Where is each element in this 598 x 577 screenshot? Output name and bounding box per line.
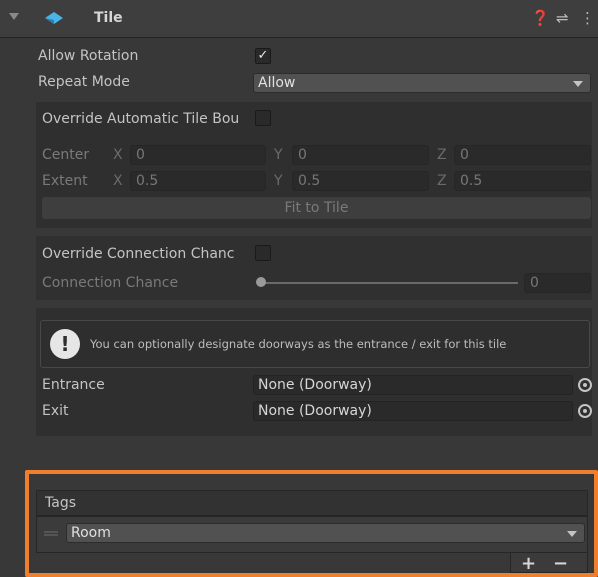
override-bounds-checkbox[interactable] [255,110,271,126]
extent-z-field[interactable]: 0.5 [454,171,591,191]
component-header[interactable]: Tile ❓ ⇌ ⋮ [0,0,598,38]
center-label: Center [42,147,90,163]
tags-list-header: Tags [36,490,588,516]
connection-chance-slider[interactable] [260,282,518,284]
connection-chance-field[interactable]: 0 [524,273,591,293]
extent-y-axis-label: Y [274,173,283,189]
repeat-mode-dropdown[interactable]: Allow [253,73,591,93]
override-connection-checkbox[interactable] [255,245,271,261]
center-z-field[interactable]: 0 [454,145,591,165]
repeat-mode-label: Repeat Mode [38,74,130,90]
connection-chance-label: Connection Chance [42,275,179,291]
allow-rotation-label: Allow Rotation [38,48,139,64]
extent-x-field[interactable]: 0.5 [130,171,266,191]
add-tag-button[interactable]: + [521,553,536,574]
override-bounds-label: Override Automatic Tile Bou [42,111,240,127]
extent-z-axis-label: Z [437,173,447,189]
tags-label: Tags [45,495,76,511]
help-box-text: You can optionally designate doorways as… [90,337,507,351]
tile-script-icon [45,12,63,24]
remove-tag-button[interactable]: − [553,553,568,574]
repeat-mode-value: Allow [258,75,296,91]
entrance-picker-icon[interactable] [578,378,592,392]
allow-rotation-checkbox[interactable]: ✓ [255,48,271,64]
fit-to-tile-button[interactable]: Fit to Tile [42,197,591,219]
chevron-down-icon [573,81,583,87]
tag-dropdown-room[interactable]: Room [66,523,585,543]
tag-value: Room [71,525,111,541]
help-icon[interactable]: ❓ [531,9,550,27]
override-connection-label: Override Connection Chanc [42,246,235,262]
foldout-arrow-icon[interactable] [9,13,19,20]
warning-icon: ! [50,329,80,359]
slider-knob[interactable] [256,277,266,287]
settings-icon[interactable]: ⇌ [556,9,569,27]
exit-label: Exit [42,403,69,419]
component-title: Tile [94,10,123,26]
exit-picker-icon[interactable] [578,404,592,418]
drag-handle-icon[interactable] [44,531,58,536]
center-y-axis-label: Y [274,147,283,163]
more-options-icon[interactable]: ⋮ [580,9,595,27]
extent-label: Extent [42,173,88,189]
entrance-field[interactable]: None (Doorway) [253,375,573,395]
center-y-field[interactable]: 0 [292,145,429,165]
exit-field[interactable]: None (Doorway) [253,401,573,421]
center-z-axis-label: Z [437,147,447,163]
center-x-axis-label: X [113,147,123,163]
entrance-label: Entrance [42,377,105,393]
center-x-field[interactable]: 0 [130,145,266,165]
extent-y-field[interactable]: 0.5 [292,171,429,191]
extent-x-axis-label: X [113,173,123,189]
chevron-down-icon [567,531,577,537]
